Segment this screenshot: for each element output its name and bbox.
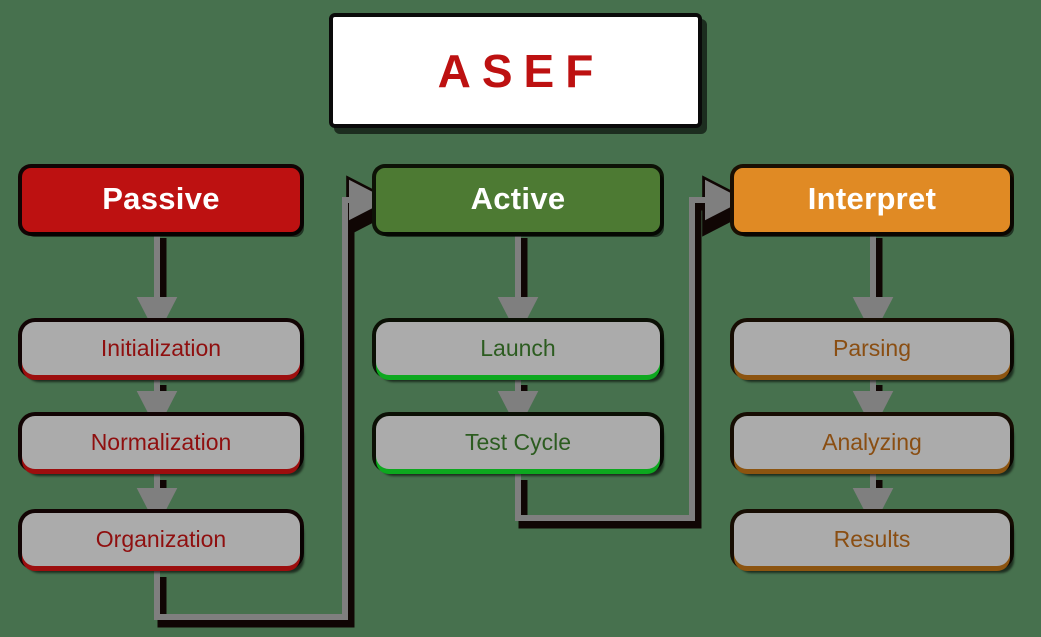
page-title: ASEF [437, 44, 605, 97]
step-label-analyzing: Analyzing [822, 429, 922, 455]
diagram-canvas: ASEF Passive Initialization Normalizatio… [0, 0, 1041, 637]
column-header-passive[interactable]: Passive [22, 168, 300, 232]
step-label-normalization: Normalization [90, 429, 232, 455]
step-box-normalization[interactable]: Normalization [22, 416, 300, 469]
step-label-parsing: Parsing [833, 335, 911, 361]
step-box-results[interactable]: Results [734, 513, 1010, 566]
step-label-organization: Organization [95, 526, 227, 552]
step-box-launch[interactable]: Launch [376, 322, 660, 375]
diagram-title-box: ASEF [329, 13, 702, 128]
step-box-parsing[interactable]: Parsing [734, 322, 1010, 375]
column-header-active-label: Active [470, 181, 566, 216]
column-header-passive-label: Passive [102, 181, 220, 216]
column-header-interpret-label: Interpret [807, 181, 937, 216]
step-label-launch: Launch [480, 335, 556, 361]
step-label-results: Results [833, 526, 911, 552]
column-header-interpret[interactable]: Interpret [734, 168, 1010, 232]
column-header-active[interactable]: Active [376, 168, 660, 232]
step-label-test-cycle: Test Cycle [464, 429, 572, 455]
step-box-test-cycle[interactable]: Test Cycle [376, 416, 660, 469]
step-box-organization[interactable]: Organization [22, 513, 300, 566]
step-label-initialization: Initialization [100, 335, 222, 361]
step-box-analyzing[interactable]: Analyzing [734, 416, 1010, 469]
step-box-initialization[interactable]: Initialization [22, 322, 300, 375]
